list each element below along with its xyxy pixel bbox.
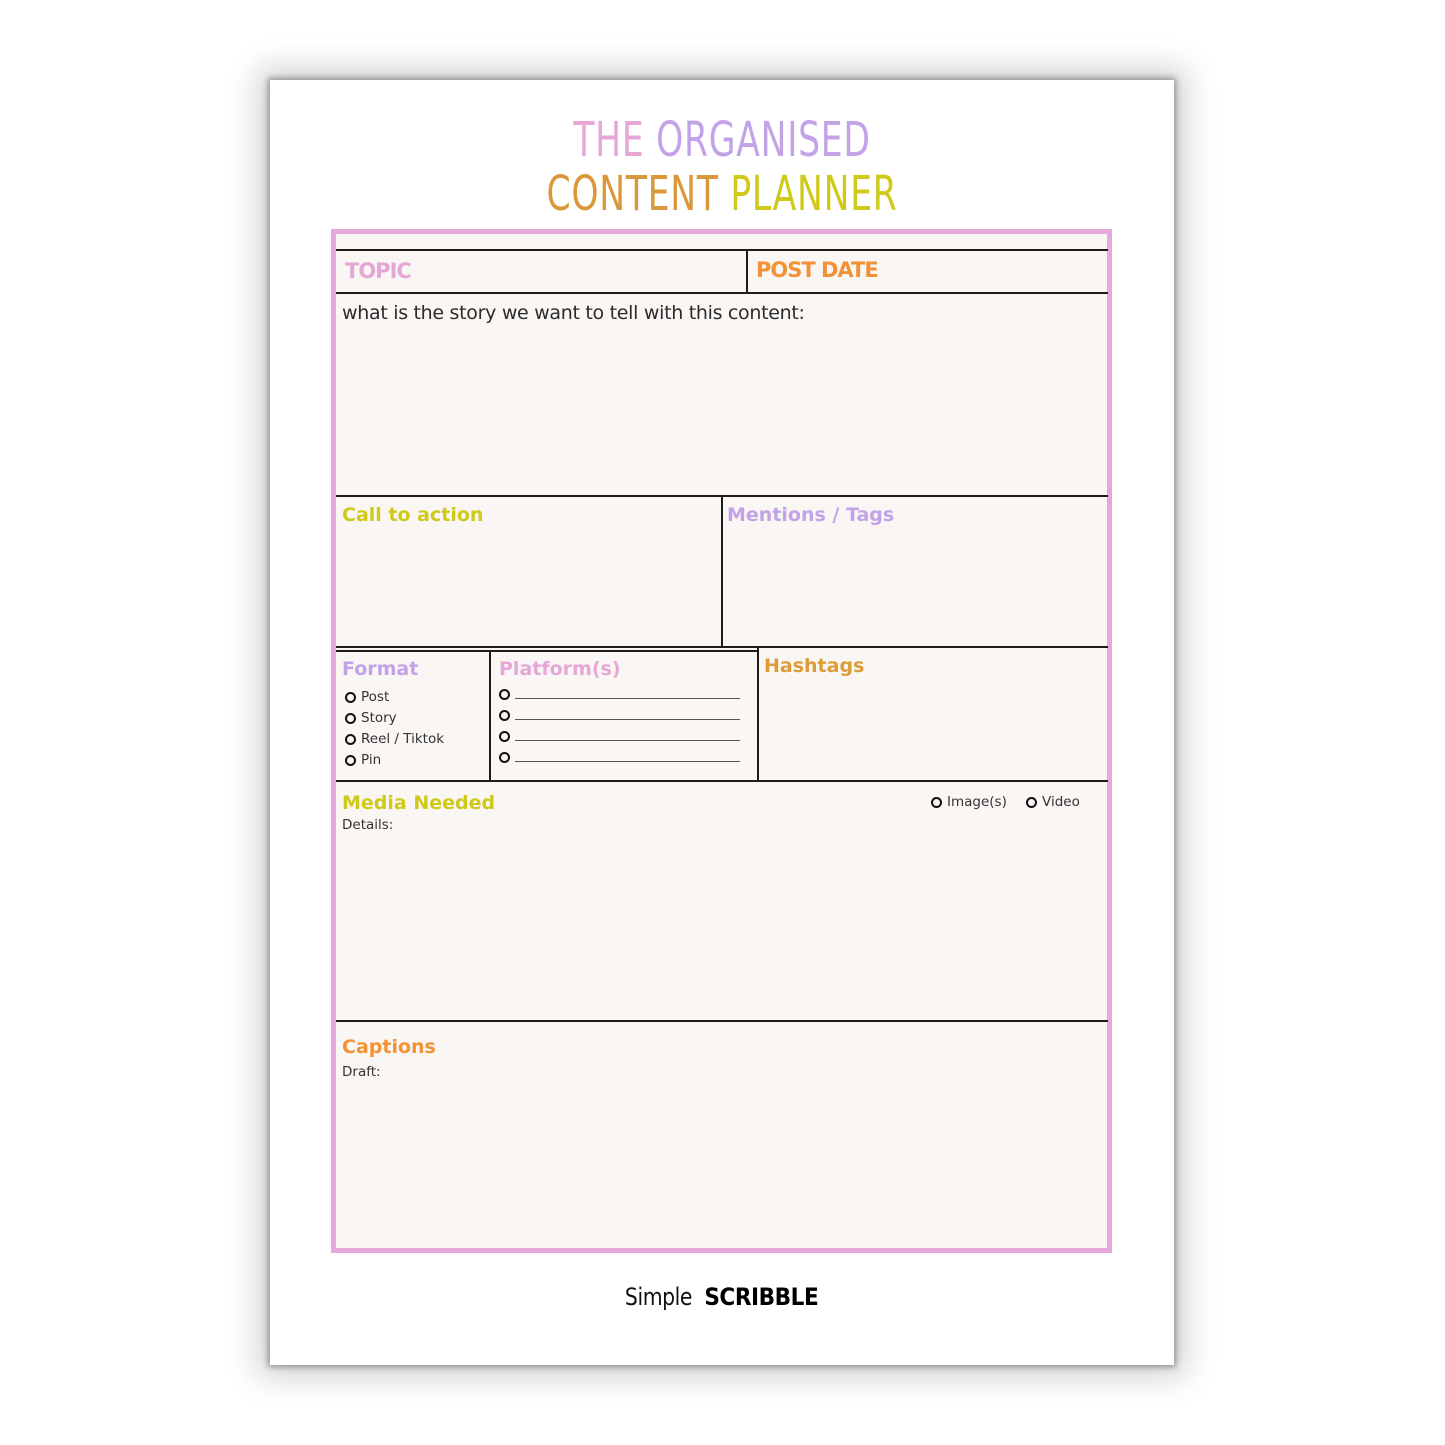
captions-label: Captions [342,1036,436,1058]
title-word-planner: PLANNER [730,166,898,222]
option-label: Reel / Tiktok [361,731,445,747]
hashtags-label: Hashtags [764,655,865,677]
radio-icon[interactable] [345,712,356,724]
title-word-content: CONTENT [546,166,719,222]
radio-icon[interactable] [499,752,510,763]
title-word-the: THE [573,112,645,168]
captions-draft-label: Draft: [342,1064,381,1080]
media-needed-label: Media Needed [342,792,496,814]
platform-option-2[interactable] [499,710,740,721]
brand-scribble: SCRIBBLE [704,1283,819,1311]
radio-icon[interactable] [1026,796,1037,808]
radio-icon[interactable] [499,731,510,742]
radio-icon[interactable] [345,754,356,766]
hashtags-field[interactable] [760,681,1108,780]
title-line-1: THE ORGANISED [397,116,1048,164]
title-word-organised: ORGANISED [656,112,871,168]
divider [336,780,1108,782]
planner-frame: TOPIC POST DATE what is the story we wan… [331,229,1112,1253]
media-details-label: Details: [342,817,394,833]
radio-icon[interactable] [499,689,510,700]
format-label: Format [342,658,419,680]
story-field[interactable] [336,330,1108,494]
option-label: Pin [361,752,382,768]
radio-icon[interactable] [345,691,356,703]
media-details-field[interactable] [336,836,1108,1018]
mentions-field[interactable] [724,530,1108,645]
media-option-video[interactable]: Video [1026,794,1080,810]
platform-blank-line[interactable] [515,761,740,762]
platform-option-3[interactable] [499,731,740,742]
radio-icon[interactable] [499,710,510,721]
platform-blank-line[interactable] [515,698,740,699]
planner-page: THE ORGANISED CONTENT PLANNER TOPIC POST… [270,80,1174,1365]
brand-logo: Simple SCRIBBLE [270,1283,1174,1311]
option-label: Image(s) [947,794,1007,810]
platform-option-4[interactable] [499,752,740,763]
brand-simple: Simple [625,1283,693,1311]
call-to-action-field[interactable] [336,530,721,645]
option-label: Video [1042,794,1080,810]
mentions-label: Mentions / Tags [727,504,895,526]
media-option-images[interactable]: Image(s) [931,794,1007,810]
captions-draft-field[interactable] [336,1084,1108,1244]
radio-icon[interactable] [931,796,942,808]
format-option-pin[interactable]: Pin [345,752,381,768]
divider [336,1020,1108,1022]
story-prompt: what is the story we want to tell with t… [342,302,805,324]
topic-field[interactable] [336,251,746,292]
option-label: Post [361,689,390,705]
format-option-post[interactable]: Post [345,689,389,705]
format-option-story[interactable]: Story [345,710,397,726]
post-date-field[interactable] [748,251,1108,292]
platforms-label: Platform(s) [499,658,621,680]
divider [336,292,1108,294]
radio-icon[interactable] [345,733,356,745]
platform-blank-line[interactable] [515,740,740,741]
option-label: Story [361,710,397,726]
platform-option-1[interactable] [499,689,740,700]
divider [336,646,1108,648]
call-to-action-label: Call to action [342,504,484,526]
divider [489,650,491,782]
divider [757,646,759,782]
title-line-2: CONTENT PLANNER [397,170,1048,218]
platform-blank-line[interactable] [515,719,740,720]
divider [336,650,758,652]
divider [721,496,723,647]
format-option-reel[interactable]: Reel / Tiktok [345,731,444,747]
